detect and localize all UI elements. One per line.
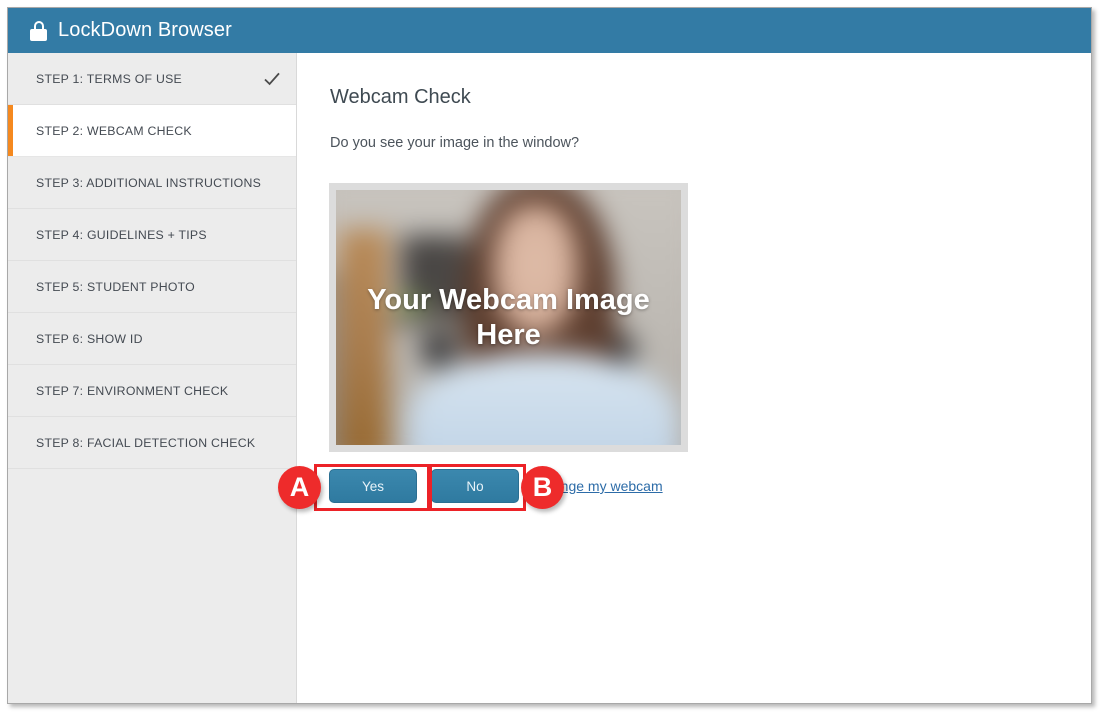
- sidebar-item-step-4[interactable]: STEP 4: GUIDELINES + TIPS: [8, 209, 296, 261]
- sidebar-item-label: STEP 8: FACIAL DETECTION CHECK: [36, 435, 256, 450]
- sidebar-item-label: STEP 1: TERMS OF USE: [36, 71, 182, 86]
- webcam-overlay-text: Your Webcam Image Here: [336, 190, 681, 445]
- sidebar-item-step-5[interactable]: STEP 5: STUDENT PHOTO: [8, 261, 296, 313]
- sidebar-item-label: STEP 3: ADDITIONAL INSTRUCTIONS: [36, 175, 262, 190]
- sidebar-item-step-3[interactable]: STEP 3: ADDITIONAL INSTRUCTIONS: [8, 157, 296, 209]
- app-title: LockDown Browser: [58, 19, 232, 41]
- title-bar: LockDown Browser: [8, 8, 1091, 53]
- webcam-preview-frame: Your Webcam Image Here: [329, 183, 688, 452]
- sidebar-item-label: STEP 4: GUIDELINES + TIPS: [36, 227, 207, 242]
- check-icon: [262, 69, 282, 89]
- sidebar-item-label: STEP 6: SHOW ID: [36, 331, 143, 346]
- page-title: Webcam Check: [330, 86, 471, 108]
- question-text: Do you see your image in the window?: [330, 135, 580, 151]
- sidebar-item-label: STEP 5: STUDENT PHOTO: [36, 279, 195, 294]
- sidebar-item-step-2[interactable]: STEP 2: WEBCAM CHECK: [8, 105, 296, 157]
- sidebar-item-step-8[interactable]: STEP 8: FACIAL DETECTION CHECK: [8, 417, 296, 469]
- change-webcam-link[interactable]: Change my webcam: [535, 478, 663, 494]
- window-body: STEP 1: TERMS OF USE STEP 2: WEBCAM CHEC…: [8, 53, 1091, 703]
- main-content: Webcam Check Do you see your image in th…: [297, 53, 1091, 703]
- webcam-video: Your Webcam Image Here: [336, 190, 681, 445]
- webcam-overlay-line-2: Here: [476, 318, 541, 351]
- sidebar-item-step-7[interactable]: STEP 7: ENVIRONMENT CHECK: [8, 365, 296, 417]
- webcam-overlay-line-1: Your Webcam Image: [367, 284, 650, 317]
- sidebar-item-step-6[interactable]: STEP 6: SHOW ID: [8, 313, 296, 365]
- steps-sidebar: STEP 1: TERMS OF USE STEP 2: WEBCAM CHEC…: [8, 53, 297, 703]
- lock-icon: [30, 20, 47, 41]
- answer-row: Yes No Change my webcam: [329, 468, 663, 504]
- sidebar-item-label: STEP 7: ENVIRONMENT CHECK: [36, 383, 229, 398]
- no-button[interactable]: No: [431, 469, 519, 503]
- lockdown-browser-window: LockDown Browser STEP 1: TERMS OF USE ST…: [7, 7, 1092, 704]
- sidebar-item-label: STEP 2: WEBCAM CHECK: [36, 123, 192, 138]
- sidebar-item-step-1[interactable]: STEP 1: TERMS OF USE: [8, 53, 296, 105]
- yes-button[interactable]: Yes: [329, 469, 417, 503]
